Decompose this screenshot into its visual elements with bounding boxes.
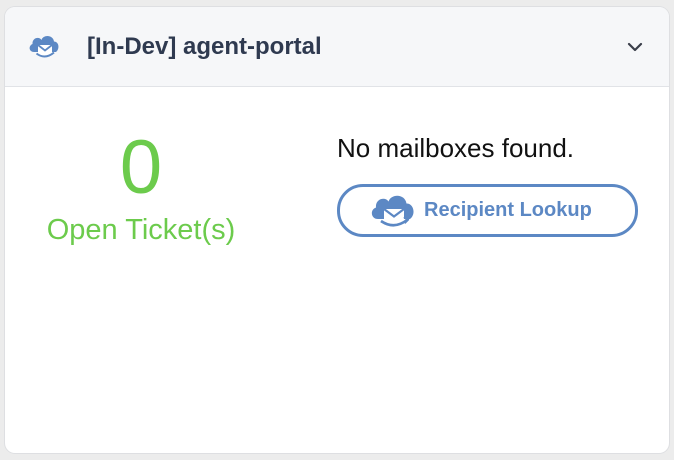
widget-title: [In-Dev] agent-portal [87,33,322,60]
no-mailboxes-message: No mailboxes found. [337,133,575,163]
chevron-down-icon [627,42,643,52]
open-ticket-label: Open Ticket(s) [46,214,236,246]
widget-header: [In-Dev] agent-portal [5,7,669,87]
cloud-mail-icon [368,190,420,230]
collapse-toggle[interactable] [619,35,651,59]
open-ticket-count: 0 [119,125,163,210]
widget-card: [In-Dev] agent-portal 0 Open Ticket(s) N… [5,7,669,453]
recipient-lookup-label: Recipient Lookup [424,199,592,221]
recipient-lookup-button[interactable]: Recipient Lookup [337,184,638,237]
cloud-mail-icon [27,32,63,60]
